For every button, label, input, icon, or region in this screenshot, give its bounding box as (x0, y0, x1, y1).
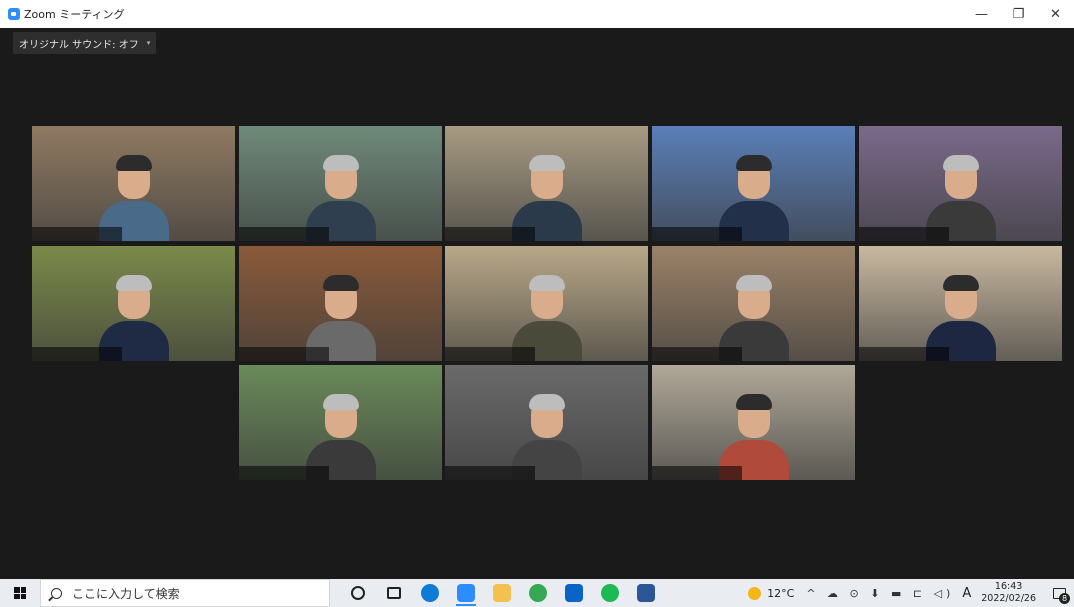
start-button[interactable] (0, 579, 40, 607)
name-label-strip (652, 347, 742, 361)
file-explorer-icon (493, 584, 511, 602)
name-label-strip (32, 347, 122, 361)
cortana-icon (351, 586, 365, 600)
windows-logo-icon (14, 587, 26, 599)
video-tile[interactable] (445, 126, 648, 241)
video-tile[interactable] (859, 246, 1062, 361)
name-label-strip (652, 227, 742, 241)
weather-icon[interactable] (748, 586, 762, 600)
zoom-taskbar-button[interactable] (448, 579, 484, 607)
chrome-taskbar-button[interactable] (520, 579, 556, 607)
name-label-strip (859, 347, 949, 361)
search-placeholder: ここに入力して検索 (72, 586, 180, 601)
taskbar-search-input[interactable]: ここに入力して検索 (40, 579, 330, 607)
name-label-strip (652, 466, 742, 480)
video-tile[interactable] (239, 246, 442, 361)
clock-date: 2022/02/26 (981, 593, 1036, 604)
minimize-button[interactable]: — (963, 0, 1000, 28)
video-tile[interactable] (652, 126, 855, 241)
name-label-strip (32, 227, 122, 241)
weather-temperature[interactable]: 12°C (767, 587, 794, 600)
zoom-logo-icon (8, 8, 20, 20)
name-label-strip (239, 466, 329, 480)
video-tile[interactable] (445, 365, 648, 480)
taskbar: ここに入力して検索 12°C ^ ☁ ⊙ ⬇ ▬ ⊏ ◁) A 16:43 20… (0, 579, 1074, 607)
clock-time: 16:43 (994, 581, 1023, 592)
notification-count: 8 (1059, 593, 1070, 604)
chrome-icon (529, 584, 547, 602)
tray-icons[interactable]: ^ ☁ ⊙ ⬇ ▬ ⊏ ◁) (806, 587, 954, 600)
clock[interactable]: 16:43 2022/02/26 (981, 581, 1036, 605)
chevron-down-icon[interactable]: ▾ (147, 39, 151, 47)
video-tile[interactable] (32, 126, 235, 241)
close-button[interactable]: ✕ (1037, 0, 1074, 28)
outlook-icon (565, 584, 583, 602)
video-tile[interactable] (652, 365, 855, 480)
window-controls: — ❐ ✕ (963, 0, 1074, 28)
original-sound-label: オリジナル サウンド: オフ (19, 39, 139, 51)
zoom-icon (457, 584, 475, 602)
video-tile[interactable] (32, 246, 235, 361)
ime-indicator[interactable]: A (962, 586, 971, 601)
original-sound-toggle[interactable]: オリジナル サウンド: オフ ▾ (13, 32, 157, 54)
cortana-taskbar-button[interactable] (340, 579, 376, 607)
title-bar: Zoom ミーティング — ❐ ✕ (0, 0, 1074, 28)
edge-icon (421, 584, 439, 602)
name-label-strip (445, 466, 535, 480)
search-icon (51, 587, 62, 599)
word-icon (637, 584, 655, 602)
spotify-icon (601, 584, 619, 602)
restore-button[interactable]: ❐ (1000, 0, 1037, 28)
taskbar-apps (340, 579, 664, 607)
edge-taskbar-button[interactable] (412, 579, 448, 607)
task-view-taskbar-button[interactable] (376, 579, 412, 607)
notification-center-button[interactable]: 8 (1044, 579, 1074, 607)
name-label-strip (445, 227, 535, 241)
video-tile[interactable] (239, 126, 442, 241)
name-label-strip (445, 347, 535, 361)
name-label-strip (239, 227, 329, 241)
video-tile[interactable] (652, 246, 855, 361)
video-tile[interactable] (239, 365, 442, 480)
task-view-icon (387, 587, 401, 599)
name-label-strip (239, 347, 329, 361)
window-title: Zoom ミーティング (24, 8, 125, 21)
video-tile[interactable] (859, 126, 1062, 241)
spotify-taskbar-button[interactable] (592, 579, 628, 607)
file-explorer-taskbar-button[interactable] (484, 579, 520, 607)
outlook-taskbar-button[interactable] (556, 579, 592, 607)
meeting-stage: オリジナル サウンド: オフ ▾ (8, 28, 1066, 579)
name-label-strip (859, 227, 949, 241)
word-taskbar-button[interactable] (628, 579, 664, 607)
system-tray: 12°C ^ ☁ ⊙ ⬇ ▬ ⊏ ◁) A 16:43 2022/02/26 8 (748, 579, 1074, 607)
video-tile[interactable] (445, 246, 648, 361)
